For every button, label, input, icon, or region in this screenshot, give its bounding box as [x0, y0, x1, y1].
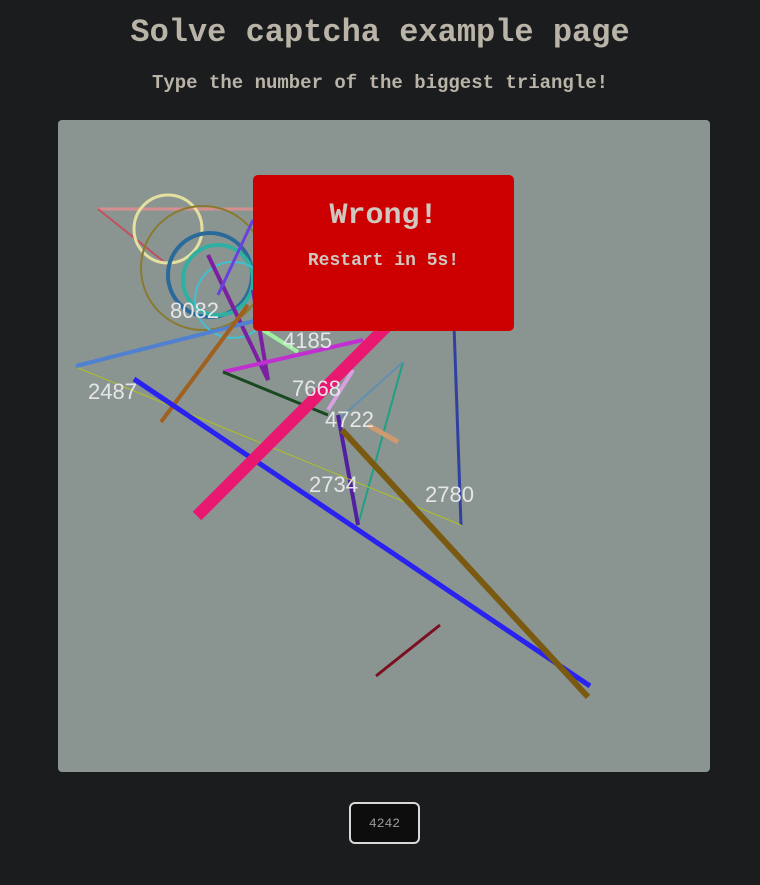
wrong-answer-popup: Wrong! Restart in 5s! [253, 175, 514, 331]
captcha-label: 7668 [292, 376, 341, 401]
shape-line [97, 208, 169, 266]
popup-message: Restart in 5s! [307, 251, 460, 271]
captcha-label: 2780 [425, 482, 474, 507]
captcha-label: 2487 [88, 379, 137, 404]
captcha-answer-input[interactable] [349, 802, 420, 844]
page-title: Solve captcha example page [130, 14, 630, 51]
captcha-label: 4722 [325, 407, 374, 432]
shape-line [339, 427, 591, 700]
shape-circle [132, 193, 204, 265]
popup-heading: Wrong! [329, 199, 438, 233]
captcha-label: 8082 [170, 298, 219, 323]
captcha-label: 2734 [309, 472, 358, 497]
shape-line [375, 623, 441, 678]
captcha-instruction: Type the number of the biggest triangle! [151, 72, 609, 94]
captcha-label: 4185 [283, 328, 332, 353]
